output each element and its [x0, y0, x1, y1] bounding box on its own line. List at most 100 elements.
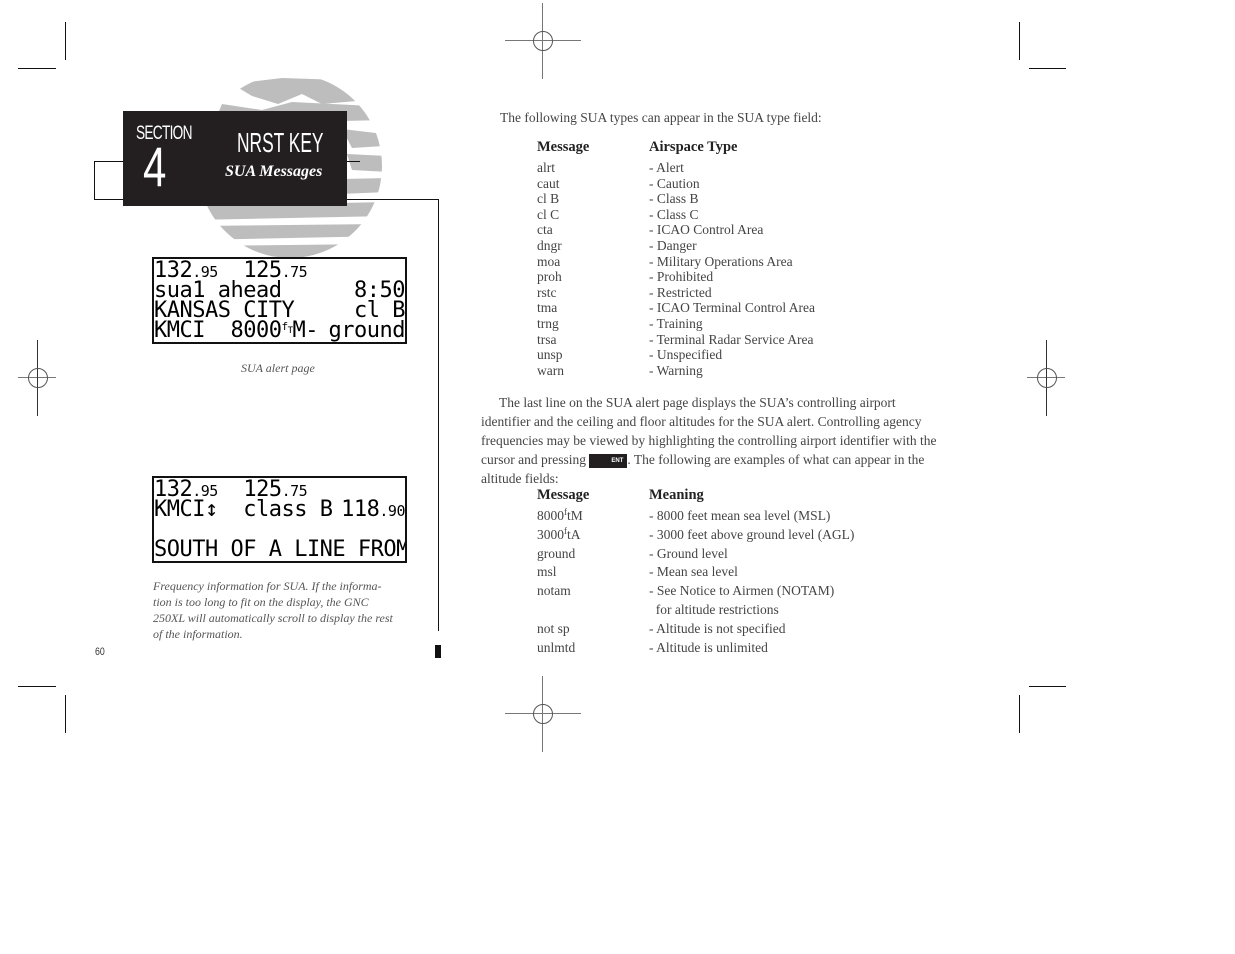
meaning-cell: - Altitude is not specified	[649, 620, 786, 636]
crop-mark	[18, 68, 56, 69]
message-cell: proh	[537, 269, 562, 285]
meaning-cell: - Altitude is unlimited	[649, 639, 768, 655]
message-cell: cta	[537, 222, 553, 238]
table-row: cta - ICAO Control Area	[537, 222, 837, 238]
table-row: tma - ICAO Terminal Control Area	[537, 300, 837, 316]
airspace-type-cell: - Class C	[649, 206, 699, 222]
message-cell: unsp	[537, 347, 563, 363]
page-number: 60	[95, 646, 105, 658]
scroll-arrow-icon: ↕	[204, 497, 218, 522]
crop-mark	[1019, 695, 1020, 733]
section-number: 4	[143, 135, 167, 198]
header-rule	[94, 199, 124, 200]
message-cell: tma	[537, 300, 558, 316]
table-row: rstc - Restricted	[537, 285, 837, 301]
registration-mark-icon	[1009, 340, 1085, 416]
meaning-cell: for altitude restrictions	[649, 601, 779, 617]
message-cell: moa	[537, 253, 561, 269]
crop-mark	[1019, 22, 1020, 60]
table-row: not sp - Altitude is not specified	[537, 620, 867, 639]
screen2-caption: Frequency information for SUA. If the in…	[153, 579, 393, 641]
message-cell: msl	[537, 564, 557, 580]
meaning-cell: - 8000 feet mean sea level (MSL)	[649, 508, 831, 523]
message-cell: 3000ftA	[537, 525, 581, 542]
column-divider	[438, 199, 439, 631]
scrolling-text-row: SOUTH OF A LINE FROM	[154, 537, 407, 562]
table-row: alrt - Alert	[537, 160, 837, 176]
airspace-type-cell: - Warning	[649, 362, 703, 378]
header-rule	[94, 161, 95, 199]
message-cell: unlmtd	[537, 639, 576, 655]
airspace-type-cell: - Training	[649, 315, 703, 331]
section-header: SECTION 4 NRST KEY SUA Messages	[123, 111, 347, 206]
message-cell: warn	[537, 362, 564, 378]
message-cell: cl B	[537, 191, 560, 207]
page-tab-marker	[435, 645, 441, 658]
crop-mark	[65, 695, 66, 733]
table-row: warn - Warning	[537, 363, 837, 379]
header-rule	[346, 199, 438, 200]
table-row: cl B - Class B	[537, 191, 837, 207]
message-cell: dngr	[537, 237, 562, 253]
table-row: unsp - Unspecified	[537, 347, 837, 363]
registration-mark-icon	[505, 3, 581, 79]
table-row: 8000ftM - 8000 feet mean sea level (MSL)	[537, 507, 867, 526]
table-row: for altitude restrictions	[537, 601, 867, 620]
table-header: Message Meaning	[537, 487, 704, 503]
message-cell: caut	[537, 175, 560, 191]
sua-frequency-screen: 132.95 125.75 KMCI↕ class B 118.90 SOUTH …	[152, 476, 407, 563]
sua-alert-screen: 132.95 125.75 sua1 ahead 8:50 KANSAS CITY…	[152, 257, 407, 344]
table-row: proh - Prohibited	[537, 269, 837, 285]
airspace-type-cell: - Restricted	[649, 284, 712, 300]
table-row: ground - Ground level	[537, 545, 867, 564]
meaning-cell: - Mean sea level	[649, 564, 738, 580]
crop-mark	[65, 22, 66, 60]
airspace-type-cell: - ICAO Control Area	[649, 222, 764, 238]
message-cell: trng	[537, 315, 559, 331]
crop-mark	[1029, 686, 1066, 687]
crop-mark	[18, 686, 56, 687]
meaning-cell: - See Notice to Airmen (NOTAM)	[649, 583, 835, 599]
table-row: caut - Caution	[537, 176, 837, 192]
table-row: trsa - Terminal Radar Service Area	[537, 332, 837, 348]
message-cell: trsa	[537, 331, 557, 347]
section-title: NRST KEY	[237, 127, 324, 158]
sua-types-table: Message Airspace Type alrt - Alert caut - C…	[537, 139, 837, 378]
table-row: dngr - Danger	[537, 238, 837, 254]
message-cell: rstc	[537, 284, 557, 300]
table-row: msl - Mean sea level	[537, 563, 867, 582]
altitude-paragraph: The last line on the SUA alert page disp…	[481, 395, 937, 486]
crop-mark	[1029, 68, 1066, 69]
airspace-type-cell: - Military Operations Area	[649, 253, 793, 269]
sua-altitude-row: KMCI 8000fTM-ground	[154, 318, 405, 343]
registration-mark-icon	[0, 340, 76, 416]
header-rule	[346, 161, 360, 162]
meaning-cell: - Ground level	[649, 545, 728, 561]
table-row: 3000ftA - 3000 feet above ground level (A…	[537, 526, 867, 545]
registration-mark-icon	[505, 676, 581, 752]
table-row: moa - Military Operations Area	[537, 254, 837, 270]
altitude-fields-table: Message Meaning 8000ftM - 8000 feet mean …	[537, 487, 867, 657]
message-cell: 8000ftM	[537, 507, 583, 523]
meaning-cell: - 3000 feet above ground level (AGL)	[649, 526, 855, 542]
table-row: unlmtd - Altitude is unlimited	[537, 639, 867, 658]
table-row: notam - See Notice to Airmen (NOTAM)	[537, 582, 867, 601]
agency-frequency-row: KMCI↕ class B 118.90	[154, 497, 405, 522]
screen1-caption: SUA alert page	[241, 361, 315, 375]
intro-text: The following SUA types can appear in th…	[500, 110, 822, 125]
section-subtitle: SUA Messages	[225, 163, 323, 180]
message-cell: ground	[537, 545, 576, 561]
ent-key-icon: ENT	[589, 453, 628, 468]
airspace-type-cell: - Alert	[649, 160, 684, 175]
airspace-type-cell: - Prohibited	[649, 269, 714, 285]
table-row: trng - Training	[537, 316, 837, 332]
airspace-type-cell: - Caution	[649, 175, 700, 191]
header-rule	[94, 161, 124, 162]
message-cell: not sp	[537, 620, 570, 636]
airspace-type-cell: - Unspecified	[649, 347, 723, 363]
message-cell: cl C	[537, 206, 560, 222]
message-cell: alrt	[537, 160, 555, 175]
message-cell: notam	[537, 583, 571, 599]
airspace-type-cell: - Class B	[649, 191, 699, 207]
table-header: Message Airspace Type	[537, 139, 738, 155]
